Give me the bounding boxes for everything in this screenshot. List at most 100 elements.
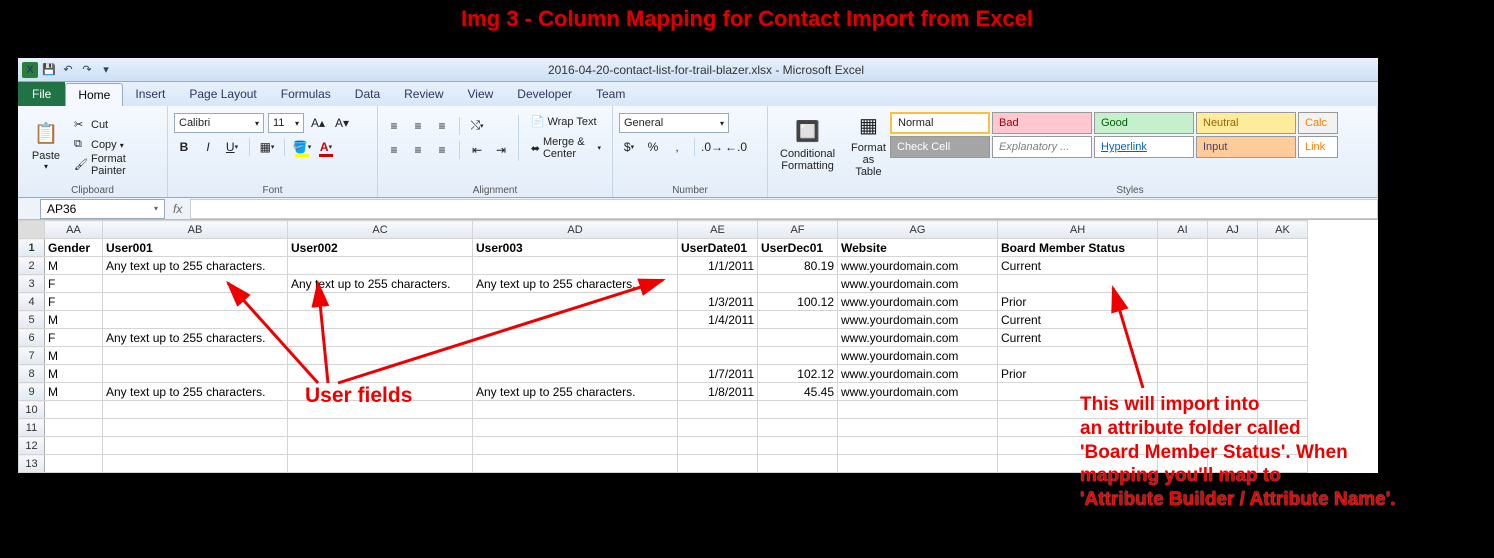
cell[interactable]: User003 — [473, 239, 678, 257]
cell[interactable] — [1158, 437, 1208, 455]
tab-review[interactable]: Review — [392, 83, 455, 106]
tab-page-layout[interactable]: Page Layout — [177, 83, 268, 106]
cell[interactable] — [1208, 257, 1258, 275]
orientation-button[interactable]: ⤭▾ — [467, 116, 487, 136]
row-header[interactable]: 10 — [19, 401, 45, 419]
merge-center-button[interactable]: ⬌Merge & Center▾ — [526, 134, 606, 162]
column-header[interactable]: AA — [45, 221, 103, 239]
cell[interactable]: www.yourdomain.com — [838, 293, 998, 311]
row-header[interactable]: 4 — [19, 293, 45, 311]
cell[interactable]: Website — [838, 239, 998, 257]
cell[interactable] — [103, 311, 288, 329]
cell[interactable] — [1158, 257, 1208, 275]
cell[interactable] — [1208, 419, 1258, 437]
row-header[interactable]: 12 — [19, 437, 45, 455]
cell[interactable] — [1258, 275, 1308, 293]
cell[interactable] — [1208, 347, 1258, 365]
cell[interactable]: Current — [998, 311, 1158, 329]
align-left-button[interactable]: ≡ — [384, 140, 404, 160]
cell[interactable] — [45, 419, 103, 437]
style-calc[interactable]: Calc — [1298, 112, 1338, 134]
borders-button[interactable]: ▦▾ — [257, 137, 277, 157]
cell[interactable] — [288, 311, 473, 329]
font-name-select[interactable]: Calibri▾ — [174, 113, 264, 133]
cell[interactable] — [1208, 383, 1258, 401]
column-header[interactable]: AI — [1158, 221, 1208, 239]
paste-dropdown-icon[interactable]: ▾ — [44, 162, 48, 171]
cell[interactable]: UserDec01 — [758, 239, 838, 257]
font-color-button[interactable]: A▾ — [316, 137, 336, 157]
tab-home[interactable]: Home — [65, 83, 123, 106]
cell[interactable] — [998, 437, 1158, 455]
cell[interactable] — [1258, 365, 1308, 383]
column-header[interactable]: AB — [103, 221, 288, 239]
cell[interactable] — [103, 401, 288, 419]
cell[interactable]: M — [45, 347, 103, 365]
cell[interactable] — [103, 347, 288, 365]
cell[interactable]: www.yourdomain.com — [838, 257, 998, 275]
style-linked[interactable]: Link — [1298, 136, 1338, 158]
row-header[interactable]: 9 — [19, 383, 45, 401]
cell[interactable] — [998, 401, 1158, 419]
row-header[interactable]: 13 — [19, 455, 45, 473]
cell[interactable]: Any text up to 255 characters. — [473, 383, 678, 401]
number-format-select[interactable]: General▾ — [619, 113, 729, 133]
select-all-corner[interactable] — [19, 221, 45, 239]
qat-dropdown-icon[interactable]: ▾ — [98, 62, 114, 78]
align-top-button[interactable]: ≡ — [384, 116, 404, 136]
cell[interactable] — [473, 419, 678, 437]
cell[interactable] — [998, 383, 1158, 401]
tab-developer[interactable]: Developer — [505, 83, 584, 106]
cell[interactable] — [1208, 311, 1258, 329]
style-normal[interactable]: Normal — [890, 112, 990, 134]
cell[interactable]: UserDate01 — [678, 239, 758, 257]
cell[interactable] — [288, 437, 473, 455]
cell[interactable]: F — [45, 275, 103, 293]
column-header[interactable]: AG — [838, 221, 998, 239]
italic-button[interactable]: I — [198, 137, 218, 157]
currency-button[interactable]: $▾ — [619, 137, 639, 157]
cell[interactable]: 1/8/2011 — [678, 383, 758, 401]
cell[interactable] — [1258, 419, 1308, 437]
tab-insert[interactable]: Insert — [123, 83, 177, 106]
cell[interactable] — [288, 329, 473, 347]
paste-button[interactable]: 📋 Paste ▾ — [24, 116, 68, 173]
cell[interactable] — [838, 419, 998, 437]
cell[interactable] — [678, 419, 758, 437]
style-check-cell[interactable]: Check Cell — [890, 136, 990, 158]
cell[interactable] — [1208, 401, 1258, 419]
cell[interactable] — [678, 347, 758, 365]
align-middle-button[interactable]: ≡ — [408, 116, 428, 136]
cell[interactable]: Any text up to 255 characters. — [103, 329, 288, 347]
cell[interactable]: www.yourdomain.com — [838, 311, 998, 329]
cell[interactable] — [1158, 365, 1208, 383]
style-hyperlink[interactable]: Hyperlink — [1094, 136, 1194, 158]
cell[interactable]: www.yourdomain.com — [838, 347, 998, 365]
cell[interactable] — [45, 455, 103, 473]
column-header[interactable]: AC — [288, 221, 473, 239]
style-input[interactable]: Input — [1196, 136, 1296, 158]
chevron-down-icon[interactable]: ▾ — [597, 144, 601, 152]
style-neutral[interactable]: Neutral — [1196, 112, 1296, 134]
cell[interactable]: Board Member Status — [998, 239, 1158, 257]
column-header[interactable]: AK — [1258, 221, 1308, 239]
name-box[interactable]: AP36▾ — [40, 199, 165, 219]
row-header[interactable]: 2 — [19, 257, 45, 275]
cell[interactable] — [45, 401, 103, 419]
tab-data[interactable]: Data — [343, 83, 392, 106]
cell[interactable] — [758, 275, 838, 293]
cell[interactable]: Any text up to 255 characters. — [103, 383, 288, 401]
shrink-font-button[interactable]: A▾ — [332, 113, 352, 133]
row-header[interactable]: 5 — [19, 311, 45, 329]
cell[interactable] — [1208, 293, 1258, 311]
row-header[interactable]: 1 — [19, 239, 45, 257]
underline-button[interactable]: U▾ — [222, 137, 242, 157]
row-header[interactable]: 8 — [19, 365, 45, 383]
cell[interactable] — [1158, 419, 1208, 437]
comma-button[interactable]: , — [667, 137, 687, 157]
cell[interactable]: www.yourdomain.com — [838, 275, 998, 293]
cell[interactable] — [1258, 329, 1308, 347]
redo-icon[interactable]: ↷ — [79, 62, 95, 78]
style-explanatory[interactable]: Explanatory ... — [992, 136, 1092, 158]
cell[interactable] — [288, 293, 473, 311]
